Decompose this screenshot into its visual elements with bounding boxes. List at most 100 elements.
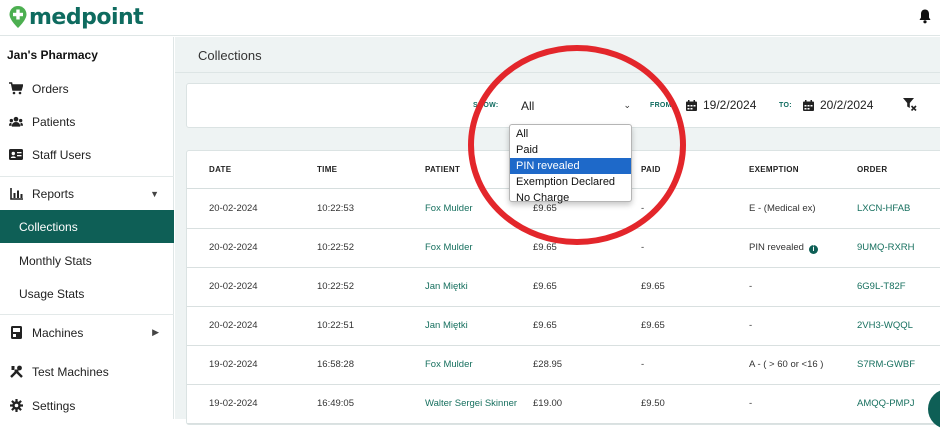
cell-order-link-text[interactable]: 9UMQ-RXRH	[857, 242, 915, 253]
cell-order-link[interactable]: 2VH3-WQQL	[857, 320, 913, 331]
sidebar-item-test-machines[interactable]: Test Machines	[0, 355, 174, 388]
sidebar-item-staff-users[interactable]: Staff Users	[0, 138, 174, 171]
cell-exemption: A - ( > 60 or <16 )	[749, 359, 823, 370]
cell-time: 10:22:51	[317, 320, 354, 331]
cell-order-link[interactable]: 9UMQ-RXRH	[857, 242, 915, 253]
top-bar: medpoint	[0, 0, 940, 36]
chart-icon	[9, 187, 23, 201]
bell-icon[interactable]	[918, 8, 932, 24]
cell-paid: £9.50	[641, 398, 665, 409]
cell-date-text: 20-02-2024	[209, 203, 258, 214]
info-icon[interactable]: i	[808, 245, 818, 254]
cell-paid-text: £9.50	[641, 398, 665, 409]
cell-date: 20-02-2024	[209, 320, 258, 331]
cell-charge-text: £9.65	[533, 320, 557, 331]
sidebar-item-machines[interactable]: Machines ▶	[0, 316, 174, 349]
cell-order-link[interactable]: AMQQ-PMPJ	[857, 398, 915, 409]
cell-patient-link[interactable]: Fox Mulder	[425, 203, 473, 214]
cell-patient-link-text[interactable]: Jan Miętki	[425, 320, 468, 331]
from-label: FROM:	[650, 102, 675, 109]
sidebar-item-orders[interactable]: Orders	[0, 72, 174, 105]
cell-paid-text: -	[641, 203, 645, 214]
cell-time: 16:49:05	[317, 398, 354, 409]
cell-order-link-text[interactable]: LXCN-HFAB	[857, 203, 910, 214]
cell-patient-link[interactable]: Walter Sergei Skinner	[425, 398, 517, 409]
cell-charge: £19.00	[533, 398, 562, 409]
cell-date: 20-02-2024	[209, 281, 258, 292]
column-header-order[interactable]: ORDER	[857, 165, 887, 174]
column-header-time[interactable]: TIME	[317, 165, 337, 174]
chevron-right-icon: ▶	[152, 327, 159, 337]
cell-exemption: PIN revealed i	[749, 242, 818, 254]
sidebar-item-settings[interactable]: Settings	[0, 389, 174, 422]
sidebar-item-monthly-stats[interactable]: Monthly Stats	[0, 244, 174, 277]
sidebar-item-label: Monthly Stats	[19, 253, 92, 268]
cell-date: 19-02-2024	[209, 359, 258, 370]
sidebar-item-collections[interactable]: Collections	[0, 210, 174, 243]
cell-patient-link-text[interactable]: Fox Mulder	[425, 242, 473, 253]
sidebar-item-label: Patients	[32, 114, 76, 129]
to-date-value: 20/2/2024	[820, 98, 874, 112]
cell-charge-text: £19.00	[533, 398, 563, 409]
show-select[interactable]: All ⌄	[518, 94, 634, 118]
table-row[interactable]: 19-02-2024 16:58:28 Fox Mulder £28.95 - A - (…	[187, 346, 940, 385]
chevron-down-icon: ▼	[150, 188, 159, 199]
sidebar-item-label: Orders	[32, 81, 69, 96]
column-header-paid[interactable]: PAID	[641, 165, 661, 174]
gear-icon	[9, 399, 23, 413]
cell-charge: £9.65	[533, 281, 557, 292]
tools-icon	[9, 365, 23, 379]
sidebar-item-usage-stats[interactable]: Usage Stats	[0, 277, 174, 310]
sidebar-item-label: Machines	[32, 325, 84, 340]
cell-charge: £9.65	[533, 242, 557, 253]
filter-clear-icon[interactable]	[903, 98, 917, 111]
cell-patient-link-text[interactable]: Fox Mulder	[425, 203, 473, 214]
show-label: SHOW:	[473, 102, 499, 109]
table-row[interactable]: 19-02-2024 16:49:05 Walter Sergei Skinner £…	[187, 385, 940, 424]
cell-paid: -	[641, 242, 644, 253]
dropdown-option-paid[interactable]: Paid	[510, 142, 631, 158]
cell-order-link-text[interactable]: AMQQ-PMPJ	[857, 398, 915, 409]
calendar-icon	[803, 99, 814, 111]
cell-time: 10:22:53	[317, 203, 354, 214]
dropdown-option-no-charge[interactable]: No Charge	[510, 190, 631, 206]
cell-exemption-text: -	[749, 320, 753, 331]
column-header-date[interactable]: DATE	[209, 165, 231, 174]
to-date-input[interactable]: 20/2/2024	[803, 98, 873, 112]
dropdown-option-pin-revealed[interactable]: PIN revealed	[510, 158, 631, 174]
cell-patient-link-text[interactable]: Jan Miętki	[425, 281, 468, 292]
from-date-input[interactable]: 19/2/2024	[686, 98, 756, 112]
cell-patient-link[interactable]: Jan Miętki	[425, 281, 468, 292]
cell-time-text: 16:58:28	[317, 359, 354, 370]
cell-order-link-text[interactable]: 2VH3-WQQL	[857, 320, 913, 331]
cell-time-text: 16:49:05	[317, 398, 354, 409]
cell-paid: £9.65	[641, 281, 665, 292]
cell-patient-link[interactable]: Fox Mulder	[425, 359, 473, 370]
cell-patient-link-text[interactable]: Walter Sergei Skinner	[425, 398, 517, 409]
to-label: TO:	[779, 102, 792, 109]
dropdown-option-exemption-declared[interactable]: Exemption Declared	[510, 174, 631, 190]
column-header-exemption[interactable]: EXEMPTION	[749, 165, 799, 174]
table-row[interactable]: 20-02-2024 10:22:52 Jan Miętki £9.65 £9.65 - 6…	[187, 268, 940, 307]
table-row[interactable]: 20-02-2024 10:22:52 Fox Mulder £9.65 - PIN re…	[187, 229, 940, 268]
cell-patient-link[interactable]: Fox Mulder	[425, 242, 473, 253]
sidebar-item-label: Collections	[19, 219, 78, 234]
cell-order-link[interactable]: LXCN-HFAB	[857, 203, 910, 214]
from-date-value: 19/2/2024	[703, 98, 757, 112]
dropdown-option-all[interactable]: All	[510, 126, 631, 142]
sidebar-item-reports[interactable]: Reports ▼	[0, 177, 174, 210]
table-row[interactable]: 20-02-2024 10:22:51 Jan Miętki £9.65 £9.65 - 2…	[187, 307, 940, 346]
sidebar-item-patients[interactable]: Patients	[0, 105, 174, 138]
divider	[0, 314, 174, 315]
cell-order-link-text[interactable]: 6G9L-T82F	[857, 281, 906, 292]
cell-order-link[interactable]: 6G9L-T82F	[857, 281, 906, 292]
cell-order-link[interactable]: S7RM-GWBF	[857, 359, 915, 370]
cell-patient-link[interactable]: Jan Miętki	[425, 320, 468, 331]
sidebar-item-label: Staff Users	[32, 147, 92, 162]
cell-paid: -	[641, 359, 644, 370]
column-header-patient[interactable]: PATIENT	[425, 165, 460, 174]
cell-patient-link-text[interactable]: Fox Mulder	[425, 359, 473, 370]
location-pin-icon	[9, 6, 27, 28]
medpoint-logo[interactable]: medpoint	[8, 4, 144, 30]
cell-order-link-text[interactable]: S7RM-GWBF	[857, 359, 915, 370]
